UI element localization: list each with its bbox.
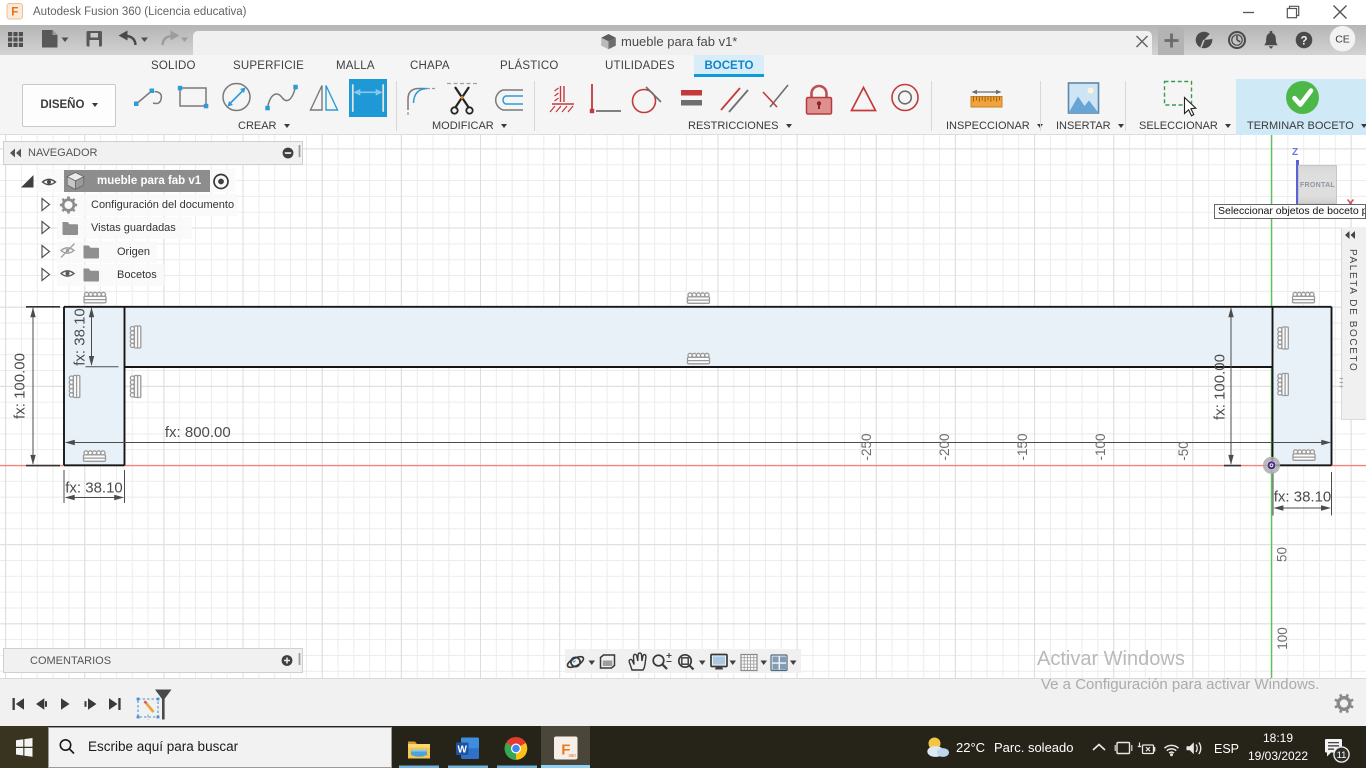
svg-text:-100: -100 (1093, 433, 1108, 460)
svg-text:-150: -150 (1015, 433, 1030, 460)
svg-text:fx: 38.10: fx: 38.10 (65, 480, 123, 497)
svg-text:50: 50 (1275, 547, 1290, 562)
svg-text:fx: 800.00: fx: 800.00 (165, 424, 231, 441)
svg-text:fx: 38.10: fx: 38.10 (72, 308, 89, 366)
svg-text:fx: 100.00: fx: 100.00 (1212, 354, 1229, 420)
svg-text:fx: 38.10: fx: 38.10 (1274, 489, 1332, 506)
svg-text:-250: -250 (859, 433, 874, 460)
svg-text:-200: -200 (937, 433, 952, 460)
svg-text:100: 100 (1275, 627, 1290, 650)
svg-text:-50: -50 (1176, 441, 1191, 461)
svg-text:fx: 100.00: fx: 100.00 (12, 353, 29, 419)
